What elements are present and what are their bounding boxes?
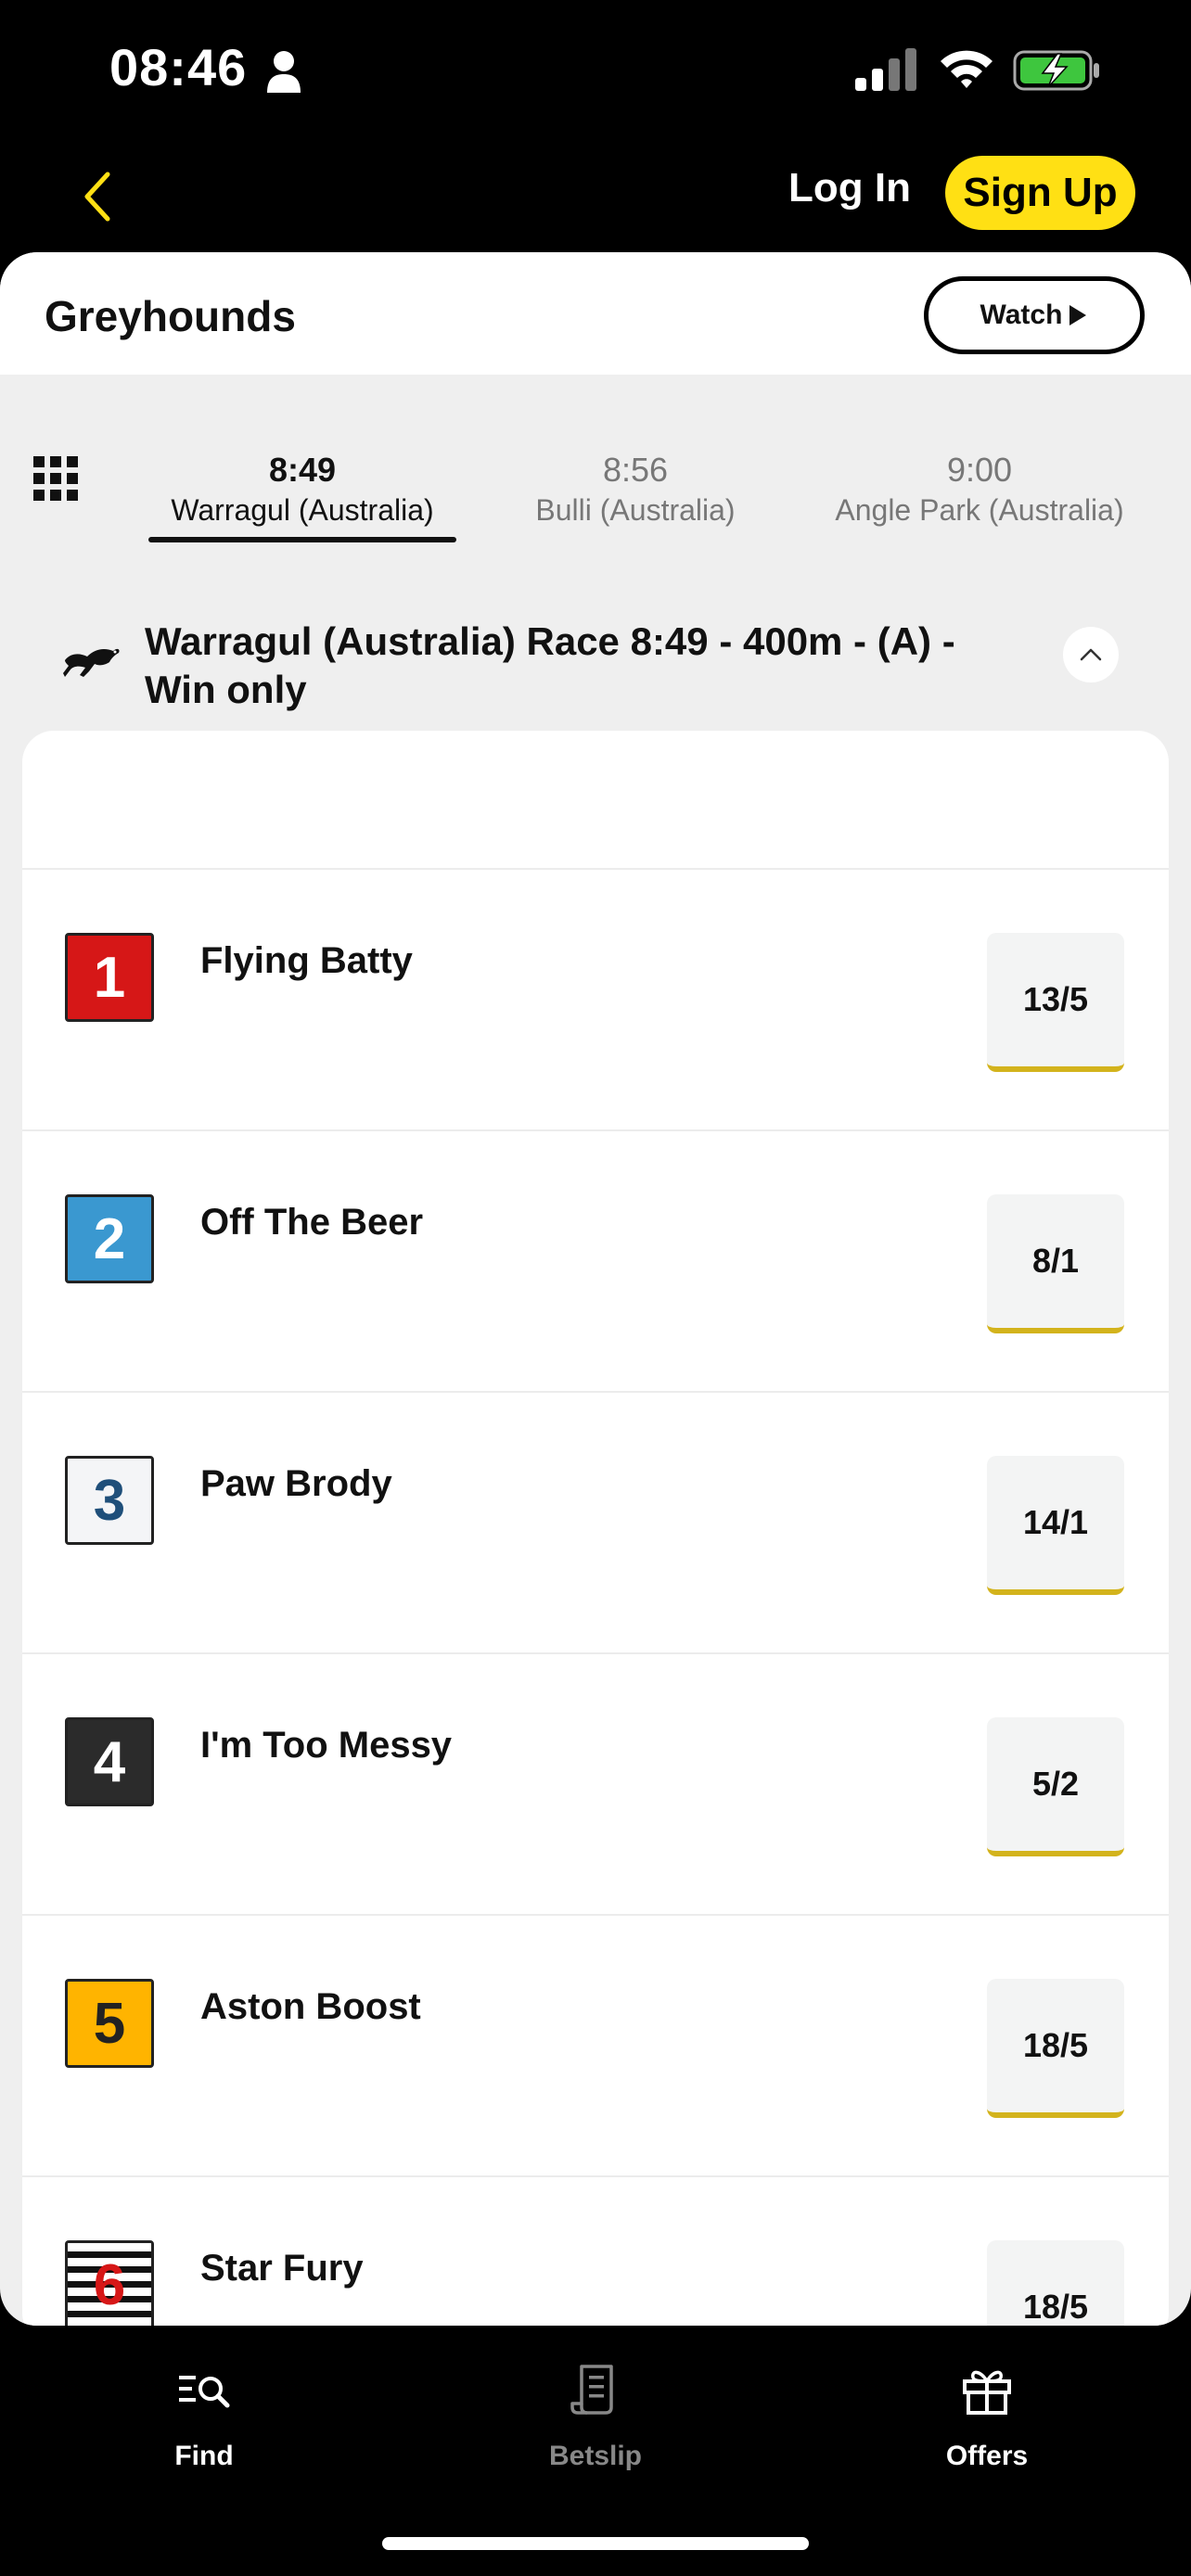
runner-number: 5: [93, 1991, 126, 2056]
odds-button[interactable]: 18/5: [987, 2240, 1124, 2326]
watch-button[interactable]: Watch: [924, 276, 1145, 354]
runner-number-badge: 5: [65, 1979, 154, 2068]
title-bar: Greyhounds Watch: [0, 252, 1191, 375]
race-tab-venue: Angle Park (Australia): [835, 493, 1124, 527]
back-chevron-icon[interactable]: [74, 167, 121, 226]
runner-name: Paw Brody: [200, 1463, 392, 1504]
cellular-signal-icon: [855, 48, 916, 91]
runner-number: 3: [93, 1468, 126, 1533]
nav-label: Betslip: [548, 2441, 643, 2471]
wifi-icon: [941, 50, 992, 88]
battery-charging-icon: [1013, 50, 1099, 91]
search-list-icon: [179, 2376, 230, 2408]
race-tab-angle-park[interactable]: 9:00 Angle Park (Australia): [822, 451, 1137, 528]
runner-name: Star Fury: [200, 2248, 364, 2289]
runner-row: 6 Star Fury 18/5: [22, 2175, 1169, 2326]
runner-name: I'm Too Messy: [200, 1725, 453, 1766]
race-tab-venue: Warragul (Australia): [171, 493, 434, 527]
odds-button[interactable]: 8/1: [987, 1194, 1124, 1333]
runner-name: Aston Boost: [200, 1986, 421, 2027]
runner-number: 6: [93, 2252, 126, 2317]
active-tab-indicator: [148, 537, 456, 542]
person-icon: [267, 51, 301, 93]
signup-button[interactable]: Sign Up: [945, 156, 1135, 230]
nav-offers[interactable]: Offers: [876, 2363, 1098, 2472]
runner-number: 4: [93, 1729, 126, 1794]
race-tab-venue: Bulli (Australia): [535, 493, 736, 527]
nav-label: Offers: [945, 2441, 1029, 2471]
status-time: 08:46: [109, 38, 248, 96]
race-tab-time: 8:49: [268, 451, 337, 489]
status-bar: 08:46: [0, 0, 1191, 139]
nav-betslip[interactable]: Betslip: [484, 2363, 707, 2472]
runner-number: 2: [93, 1206, 126, 1271]
runner-row: 3 Paw Brody 14/1: [22, 1391, 1169, 1652]
runners-card: 1 Flying Batty 13/5 2 Off The Beer 8/1 3…: [22, 731, 1169, 2326]
login-button[interactable]: Log In: [788, 165, 911, 211]
race-tab-time: 9:00: [946, 451, 1013, 489]
race-tab-bulli[interactable]: 8:56 Bulli (Australia): [519, 451, 751, 528]
odds-button[interactable]: 5/2: [987, 1717, 1124, 1856]
odds-button[interactable]: 13/5: [987, 933, 1124, 1072]
receipt-icon: [570, 2365, 613, 2415]
runner-row: 2 Off The Beer 8/1: [22, 1129, 1169, 1391]
runner-row: 4 I'm Too Messy 5/2: [22, 1652, 1169, 1914]
nav-find[interactable]: Find: [93, 2363, 315, 2472]
runner-number-badge: 1: [65, 933, 154, 1022]
play-icon: [1069, 305, 1087, 325]
runner-row: 1 Flying Batty 13/5: [22, 868, 1169, 1129]
runner-number-badge: 3: [65, 1456, 154, 1545]
race-title: Warragul (Australia) Race 8:49 - 400m - …: [145, 619, 955, 711]
runner-name: Flying Batty: [200, 940, 413, 981]
gift-icon: [963, 2370, 1011, 2415]
runner-row: 5 Aston Boost 18/5: [22, 1914, 1169, 2175]
collapse-chevron-up-icon[interactable]: [1063, 627, 1119, 682]
race-tab-warragul[interactable]: 8:49 Warragul (Australia): [156, 451, 449, 528]
home-indicator[interactable]: [382, 2537, 809, 2550]
runner-number: 1: [93, 945, 126, 1010]
runner-number-badge: 6: [65, 2240, 154, 2326]
nav-label: Find: [174, 2441, 234, 2471]
runner-name: Off The Beer: [200, 1202, 424, 1243]
odds-button[interactable]: 18/5: [987, 1979, 1124, 2118]
greyhound-icon: [63, 648, 120, 677]
page-title: Greyhounds: [45, 292, 296, 340]
runner-number-badge: 2: [65, 1194, 154, 1283]
main-sheet: Greyhounds Watch 8:49 Warragul (Australi…: [0, 252, 1191, 2326]
grid-menu-icon[interactable]: [32, 454, 80, 503]
runner-number-badge: 4: [65, 1717, 154, 1806]
watch-label: Watch: [980, 300, 1063, 330]
race-tab-time: 8:56: [602, 451, 669, 489]
odds-button[interactable]: 14/1: [987, 1456, 1124, 1595]
